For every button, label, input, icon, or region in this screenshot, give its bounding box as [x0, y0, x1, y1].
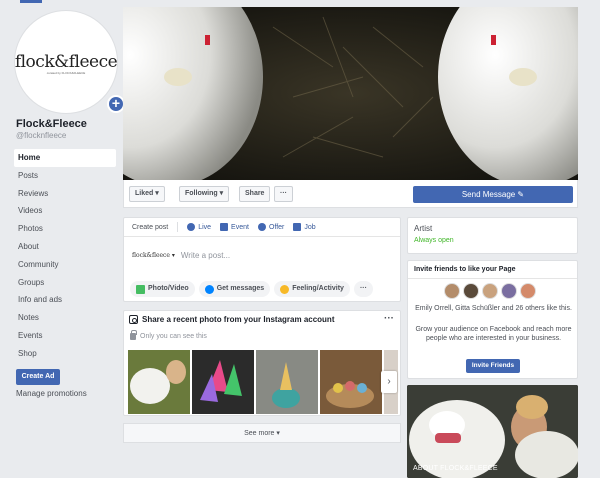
- page-name[interactable]: Flock&Fleece: [16, 118, 87, 130]
- create-ad-button[interactable]: Create Ad: [16, 369, 60, 385]
- more-actions-button[interactable]: ···: [274, 186, 293, 202]
- smiley-icon: [280, 284, 290, 294]
- logo-subtext: curated by FLOCK&FLEECE: [46, 71, 86, 75]
- tab-job-label: Job: [304, 223, 316, 231]
- composer-account-selector[interactable]: flock&fleece ▾: [132, 252, 175, 259]
- cover-photo[interactable]: [123, 7, 578, 180]
- tab-offer-label: Offer: [268, 223, 285, 231]
- get-messages-label: Get messages: [216, 285, 265, 292]
- composer-tabs: Create post Live Event Offer Job: [124, 218, 400, 237]
- sidebar-item-groups[interactable]: Groups: [14, 274, 116, 292]
- page-action-bar: Liked ▾ Following ▾ Share ··· Send Messa…: [123, 180, 578, 208]
- sidebar-item-home[interactable]: Home: [14, 149, 116, 167]
- manage-promotions-link[interactable]: Manage promotions: [16, 389, 87, 398]
- sidebar-item-videos[interactable]: Videos: [14, 202, 116, 220]
- next-photos-button[interactable]: ›: [381, 371, 397, 393]
- post-composer: Create post Live Event Offer Job flock&f…: [123, 217, 401, 302]
- friend-avatar[interactable]: [520, 283, 536, 299]
- instagram-photos: [128, 350, 398, 414]
- instagram-photo-4[interactable]: [320, 350, 382, 414]
- sidebar-nav: Home Posts Reviews Videos Photos About C…: [14, 149, 116, 363]
- about-card[interactable]: ABOUT FLOCK&FLEECE: [407, 385, 578, 478]
- get-messages-chip[interactable]: Get messages: [198, 281, 271, 297]
- invite-friends-button[interactable]: Invite Friends: [466, 359, 520, 373]
- page-info-card: Artist Always open: [407, 217, 578, 254]
- instagram-share-card: Share a recent photo from your Instagram…: [123, 310, 401, 416]
- tab-live-label: Live: [198, 223, 212, 231]
- grow-audience-text: Grow your audience on Facebook and reach…: [415, 326, 572, 342]
- friend-avatar[interactable]: [501, 283, 517, 299]
- lock-icon: [130, 330, 137, 340]
- sidebar-item-community[interactable]: Community: [14, 256, 116, 274]
- feeling-activity-label: Feeling/Activity: [292, 285, 344, 292]
- left-column: flock&fleece curated by FLOCK&FLEECE + F…: [0, 0, 125, 478]
- photo-video-label: Photo/Video: [148, 285, 189, 292]
- sidebar-item-reviews[interactable]: Reviews: [14, 185, 116, 203]
- instagram-photo-strip: [128, 350, 398, 414]
- messenger-icon: [204, 284, 214, 294]
- composer-write-row[interactable]: flock&fleece ▾ Write a post...: [124, 237, 400, 273]
- tab-offer[interactable]: Offer: [257, 223, 285, 231]
- friend-avatar[interactable]: [463, 283, 479, 299]
- tab-job[interactable]: Job: [293, 223, 316, 231]
- send-message-button[interactable]: Send Message ✎: [413, 186, 573, 203]
- instagram-header: Share a recent photo from your Instagram…: [129, 315, 334, 324]
- photo-icon: [136, 284, 145, 294]
- friend-avatar[interactable]: [482, 283, 498, 299]
- page-avatar[interactable]: flock&fleece curated by FLOCK&FLEECE +: [14, 10, 125, 114]
- briefcase-icon: [293, 223, 302, 231]
- friends-like-text: Emily Orrell, Gitta Schüßler and 26 othe…: [415, 305, 572, 312]
- about-label: ABOUT FLOCK&FLEECE: [413, 465, 498, 472]
- sidebar-item-photos[interactable]: Photos: [14, 220, 116, 238]
- page-handle[interactable]: @flocknfleece: [16, 131, 66, 140]
- instagram-photo-2[interactable]: [192, 350, 254, 414]
- cover-sheep-image: [123, 7, 578, 180]
- photo-video-chip[interactable]: Photo/Video: [130, 281, 195, 297]
- composer-input[interactable]: Write a post...: [181, 251, 230, 260]
- instagram-privacy: Only you can see this: [130, 330, 207, 340]
- sidebar-item-posts[interactable]: Posts: [14, 167, 116, 185]
- feeling-activity-chip[interactable]: Feeling/Activity: [274, 281, 350, 297]
- tab-live[interactable]: Live: [187, 223, 211, 231]
- composer-chips: Photo/Video Get messages Feeling/Activit…: [130, 281, 373, 297]
- see-more-button[interactable]: See more ▾: [123, 423, 401, 443]
- instagram-icon: [129, 315, 138, 324]
- instagram-photo-1[interactable]: [128, 350, 190, 414]
- instagram-privacy-text: Only you can see this: [140, 333, 207, 340]
- tab-create-post[interactable]: Create post: [132, 224, 168, 231]
- tab-separator: [177, 222, 179, 232]
- instagram-more-button[interactable]: ···: [384, 313, 394, 324]
- liked-button[interactable]: Liked ▾: [129, 186, 165, 202]
- tab-event-label: Event: [231, 223, 249, 231]
- sidebar-item-info-and-ads[interactable]: Info and ads: [14, 291, 116, 309]
- more-chip[interactable]: ···: [353, 281, 373, 297]
- calendar-icon: [220, 223, 229, 231]
- page-category[interactable]: Artist: [414, 224, 571, 233]
- tab-create-post-label: Create post: [132, 223, 169, 231]
- share-button[interactable]: Share: [239, 186, 271, 202]
- sidebar-item-about[interactable]: About: [14, 238, 116, 256]
- friend-avatar[interactable]: [444, 283, 460, 299]
- invite-title: Invite friends to like your Page: [408, 261, 577, 279]
- open-status: Always open: [414, 237, 454, 244]
- sidebar-item-shop[interactable]: Shop: [14, 345, 116, 363]
- tab-event[interactable]: Event: [220, 223, 249, 231]
- following-button[interactable]: Following ▾: [179, 186, 230, 202]
- friend-avatars: [444, 283, 536, 299]
- live-video-icon: [187, 223, 196, 231]
- offer-tag-icon: [257, 223, 266, 231]
- instagram-title: Share a recent photo from your Instagram…: [142, 315, 335, 324]
- instagram-photo-3[interactable]: [256, 350, 318, 414]
- sidebar-item-notes[interactable]: Notes: [14, 309, 116, 327]
- sidebar-item-events[interactable]: Events: [14, 327, 116, 345]
- invite-friends-card: Invite friends to like your Page Emily O…: [407, 260, 578, 379]
- logo-text: flock&fleece: [14, 52, 118, 72]
